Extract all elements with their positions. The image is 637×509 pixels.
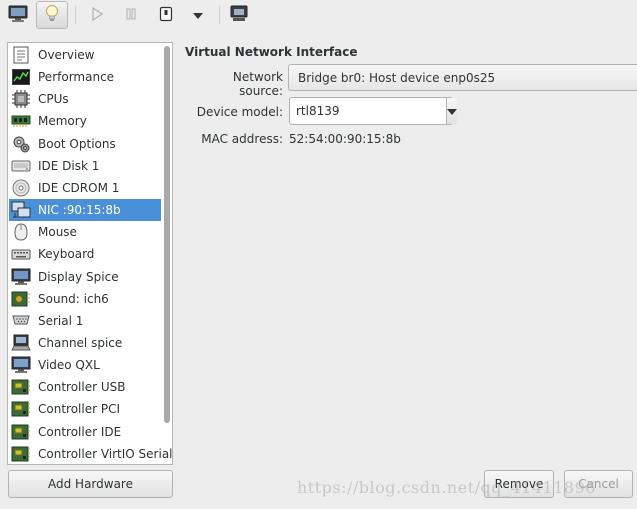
chevron-down-icon: [193, 8, 203, 22]
sidebar-item-controller-virtio-serial[interactable]: Controller VirtIO Serial: [9, 443, 172, 464]
sidebar-item-channel-spice[interactable]: Channel spice: [9, 332, 161, 354]
nic-icon: [11, 200, 31, 220]
fullscreen-icon: [229, 5, 249, 26]
toolbar: [0, 0, 637, 30]
sidebar-item-label: Controller USB: [38, 380, 126, 395]
sidebar-item-label: Display Spice: [38, 269, 119, 284]
sidebar-item-label: Controller PCI: [38, 402, 120, 417]
cpu-icon: [11, 89, 31, 109]
network-source-value: Bridge br0: Host device enp0s25: [298, 70, 496, 85]
toolbar-separator: [75, 6, 76, 24]
mac-address-value: 52:54:00:90:15:8b: [289, 132, 401, 146]
device-model-label: Device model:: [196, 105, 283, 119]
sidebar-item-label: Keyboard: [38, 247, 95, 262]
shutdown-menu-button[interactable]: [182, 1, 214, 29]
pause-icon: [124, 7, 138, 24]
sidebar-item-label: Video QXL: [38, 358, 100, 373]
sidebar-item-ide-disk-1[interactable]: IDE Disk 1: [9, 155, 161, 177]
fullscreen-button[interactable]: [223, 1, 255, 29]
mac-address-label: MAC address:: [201, 132, 283, 146]
sidebar-item-label: Channel spice: [38, 335, 123, 350]
disk-icon: [11, 156, 31, 176]
keyboard-icon: [11, 244, 31, 264]
sidebar-item-boot-options[interactable]: Boot Options: [9, 133, 161, 155]
sidebar-item-label: Memory: [38, 114, 87, 129]
run-button[interactable]: [81, 1, 113, 29]
sidebar-item-label: CPUs: [38, 92, 69, 107]
device-model-dropdown-button[interactable]: [446, 98, 457, 124]
sound-icon: [11, 289, 31, 309]
sidebar-item-display-spice[interactable]: Display Spice: [9, 266, 161, 288]
device-model-input[interactable]: [290, 98, 446, 124]
watermark: https://blog.csdn.net/qq_41411896: [297, 478, 596, 497]
sidebar-item-label: Overview: [38, 48, 95, 62]
boot-options-icon: [11, 134, 31, 154]
sidebar-item-controller-ide[interactable]: Controller IDE: [9, 421, 161, 443]
sidebar-item-nic-90-15-8b[interactable]: NIC :90:15:8b: [9, 199, 161, 222]
sidebar-item-video-qxl[interactable]: Video QXL: [9, 354, 161, 376]
mouse-icon: [11, 222, 31, 242]
sidebar-item-sound-ich6[interactable]: Sound: ich6: [9, 288, 161, 310]
sidebar-item-label: Controller VirtIO Serial: [38, 446, 173, 461]
sidebar-item-cpus[interactable]: CPUs: [9, 88, 161, 110]
details-button[interactable]: [36, 1, 68, 29]
video-icon: [11, 355, 31, 375]
sidebar-item-label: IDE Disk 1: [38, 158, 100, 173]
sidebar-item-mouse[interactable]: Mouse: [9, 221, 161, 243]
overview-icon: [11, 45, 31, 65]
section-title: Virtual Network Interface: [185, 45, 358, 59]
sidebar-item-label: Boot Options: [38, 136, 116, 151]
sidebar-item-label: Controller IDE: [38, 424, 122, 439]
hardware-list[interactable]: Overview Performance CPUs Memory Boot Option…: [7, 42, 173, 465]
serial-icon: [11, 311, 31, 331]
hardware-list-scrollbar[interactable]: [163, 44, 171, 463]
sidebar-item-label: Serial 1: [38, 313, 84, 328]
chevron-down-icon: [447, 104, 457, 118]
monitor-icon: [8, 5, 28, 26]
lightbulb-icon: [44, 4, 60, 27]
sidebar-item-label: IDE CDROM 1: [38, 180, 120, 195]
cdrom-icon: [11, 178, 31, 198]
sidebar-item-serial-1[interactable]: Serial 1: [9, 310, 161, 332]
console-button[interactable]: [2, 1, 34, 29]
play-icon: [90, 6, 104, 24]
scrollbar-thumb[interactable]: [164, 46, 170, 423]
shutdown-icon: [159, 6, 173, 25]
sidebar-item-label: Performance: [38, 70, 115, 85]
sidebar-item-performance[interactable]: Performance: [9, 66, 161, 88]
controller-icon: [11, 444, 31, 464]
sidebar-item-controller-usb[interactable]: Controller USB: [9, 376, 161, 398]
controller-icon: [11, 422, 31, 442]
sidebar-item-ide-cdrom-1[interactable]: IDE CDROM 1: [9, 177, 161, 199]
toolbar-separator: [219, 6, 220, 24]
network-source-select[interactable]: Bridge br0: Host device enp0s25: [288, 64, 637, 91]
sidebar-item-label: Mouse: [38, 225, 77, 240]
controller-icon: [11, 377, 31, 397]
add-hardware-button[interactable]: Add Hardware: [8, 470, 173, 498]
sidebar-item-label: Sound: ich6: [38, 291, 109, 306]
device-model-combo[interactable]: [289, 97, 457, 125]
shutdown-button[interactable]: [150, 1, 182, 29]
sidebar-item-memory[interactable]: Memory: [9, 110, 161, 132]
sidebar-item-overview[interactable]: Overview: [9, 44, 161, 66]
performance-icon: [11, 67, 31, 87]
sidebar-item-keyboard[interactable]: Keyboard: [9, 243, 161, 265]
pause-button[interactable]: [115, 1, 147, 29]
display-icon: [11, 267, 31, 287]
network-source-label: Network source:: [232, 70, 283, 98]
memory-icon: [11, 111, 31, 131]
sidebar-item-label: NIC :90:15:8b: [38, 203, 121, 218]
controller-icon: [11, 399, 31, 419]
sidebar-item-controller-pci[interactable]: Controller PCI: [9, 398, 161, 420]
channel-icon: [11, 333, 31, 353]
